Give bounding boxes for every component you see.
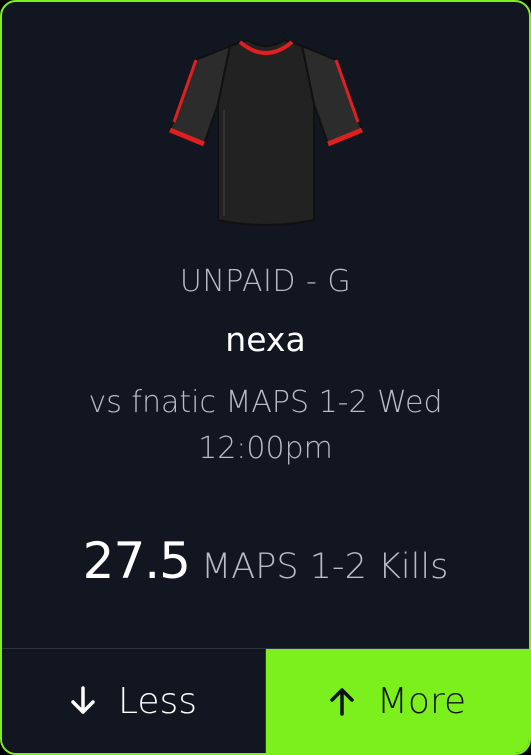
more-label: More	[376, 680, 467, 722]
less-label: Less	[117, 680, 198, 722]
stat-type: MAPS 1-2 Kills	[201, 547, 449, 587]
projection-line: 27.5 MAPS 1-2 Kills	[2, 532, 529, 590]
jersey-icon	[168, 38, 364, 226]
player-name: nexa	[225, 320, 306, 359]
arrow-down-icon	[71, 686, 95, 714]
arrow-up-icon	[330, 688, 354, 716]
match-info: vs fnatic MAPS 1-2 Wed 12:00pm	[88, 385, 443, 466]
more-button[interactable]: More	[266, 649, 529, 753]
line-value: 27.5	[82, 532, 191, 590]
pick-actions: Less More	[2, 648, 529, 753]
player-projection-card[interactable]: UNPAID - G nexa vs fnatic MAPS 1-2 Wed 1…	[0, 0, 531, 755]
less-button[interactable]: Less	[2, 649, 266, 753]
team-position-label: UNPAID - G	[179, 264, 352, 299]
